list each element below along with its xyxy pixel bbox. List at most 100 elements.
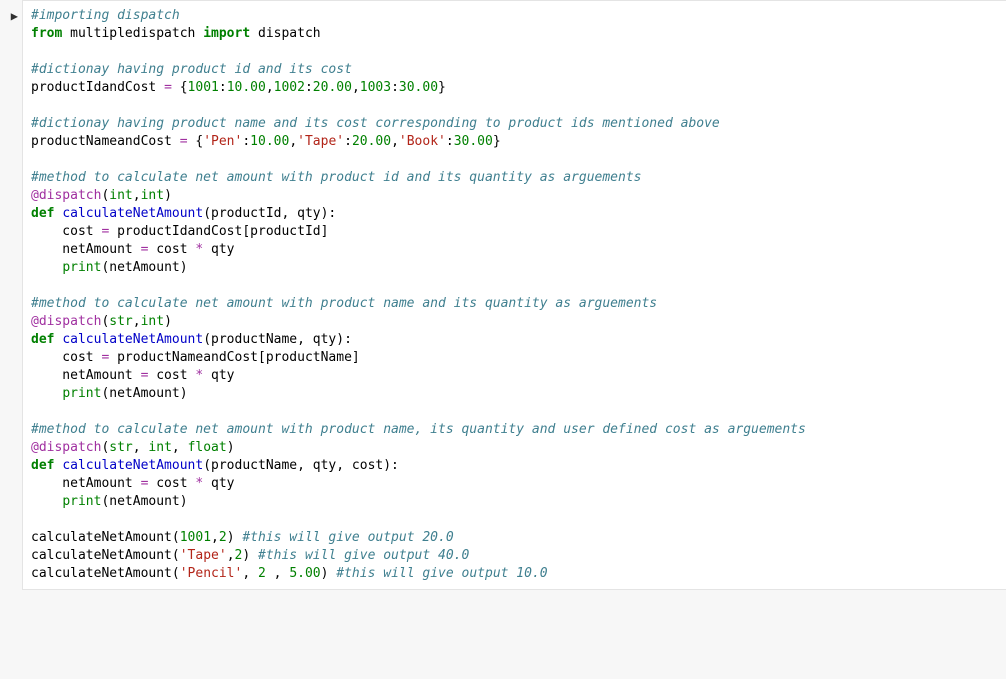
code-line: print(netAmount) [31, 493, 998, 511]
code-token: = [180, 134, 188, 149]
code-line: #method to calculate net amount with pro… [31, 295, 998, 313]
code-token: netAmount [31, 476, 141, 491]
code-token: cost [148, 368, 195, 383]
code-line: #method to calculate net amount with pro… [31, 169, 998, 187]
code-token: #this will give output 20.0 [242, 530, 453, 545]
code-token: #method to calculate net amount with pro… [31, 296, 657, 311]
code-token: #this will give output 40.0 [258, 548, 469, 563]
code-token: ) [227, 440, 235, 455]
code-line: productNameandCost = {'Pen':10.00,'Tape'… [31, 133, 998, 151]
code-token: cost [148, 476, 195, 491]
code-token: print [62, 386, 101, 401]
code-line: from multipledispatch import dispatch [31, 25, 998, 43]
run-cell-prompt[interactable]: ▶ [0, 0, 22, 590]
code-token: @dispatch [31, 314, 101, 329]
code-token: calculateNetAmount [62, 458, 203, 473]
code-token: (productName, qty, cost): [203, 458, 399, 473]
code-token: qty [203, 476, 234, 491]
code-line [31, 43, 998, 61]
code-line: netAmount = cost * qty [31, 475, 998, 493]
code-token: cost [148, 242, 195, 257]
code-line: #importing dispatch [31, 7, 998, 25]
code-token: , [172, 440, 188, 455]
code-line: def calculateNetAmount(productName, qty,… [31, 457, 998, 475]
code-token: , [133, 440, 149, 455]
code-token: (netAmount) [101, 260, 187, 275]
code-token: productNameandCost[productName] [109, 350, 359, 365]
code-line: #dictionay having product name and its c… [31, 115, 998, 133]
code-token [31, 386, 62, 401]
code-line: print(netAmount) [31, 259, 998, 277]
code-token [31, 260, 62, 275]
code-line: calculateNetAmount(1001,2) #this will gi… [31, 529, 998, 547]
code-token: #dictionay having product name and its c… [31, 116, 720, 131]
code-token: , [352, 80, 360, 95]
code-token: def [31, 458, 54, 473]
code-token: : [242, 134, 250, 149]
code-token: print [62, 260, 101, 275]
code-token: 10.00 [250, 134, 289, 149]
code-token: ) [321, 566, 337, 581]
code-line: calculateNetAmount('Tape',2) #this will … [31, 547, 998, 565]
code-token: #importing dispatch [31, 8, 180, 23]
code-token: netAmount [31, 242, 141, 257]
code-token: (productId, qty): [203, 206, 336, 221]
code-token [31, 494, 62, 509]
code-line: def calculateNetAmount(productName, qty)… [31, 331, 998, 349]
code-token: 1002 [274, 80, 305, 95]
code-line: netAmount = cost * qty [31, 241, 998, 259]
code-token: 'Tape' [180, 548, 227, 563]
code-line: def calculateNetAmount(productId, qty): [31, 205, 998, 223]
code-line: netAmount = cost * qty [31, 367, 998, 385]
code-token: 1001 [188, 80, 219, 95]
code-token: ) [164, 188, 172, 203]
code-token: netAmount [31, 368, 141, 383]
code-token: int [141, 314, 164, 329]
code-token: def [31, 206, 54, 221]
code-token: float [188, 440, 227, 455]
code-token: calculateNetAmount( [31, 566, 180, 581]
code-line: print(netAmount) [31, 385, 998, 403]
code-token: 5.00 [289, 566, 320, 581]
code-token: 2 [219, 530, 227, 545]
code-token: , [289, 134, 297, 149]
code-token: productIdandCost[productId] [109, 224, 328, 239]
code-line: calculateNetAmount('Pencil', 2 , 5.00) #… [31, 565, 998, 583]
code-token: , [266, 566, 289, 581]
code-token: , [133, 314, 141, 329]
code-token: calculateNetAmount [62, 206, 203, 221]
code-token: 30.00 [399, 80, 438, 95]
code-token: 1003 [360, 80, 391, 95]
code-token: @dispatch [31, 188, 101, 203]
code-editor[interactable]: #importing dispatch from multipledispatch… [22, 0, 1006, 590]
code-token: { [188, 134, 204, 149]
code-token: : [305, 80, 313, 95]
code-token: #method to calculate net amount with pro… [31, 422, 806, 437]
code-line: productIdandCost = {1001:10.00,1002:20.0… [31, 79, 998, 97]
code-token: 10.00 [227, 80, 266, 95]
code-token: @dispatch [31, 440, 101, 455]
code-token: def [31, 332, 54, 347]
code-token: #method to calculate net amount with pro… [31, 170, 641, 185]
code-token: = [164, 80, 172, 95]
code-token: str [109, 314, 132, 329]
code-token: dispatch [250, 26, 320, 41]
code-token: import [203, 26, 250, 41]
code-token: { [172, 80, 188, 95]
code-token: (productName, qty): [203, 332, 352, 347]
code-line: @dispatch(str,int) [31, 313, 998, 331]
code-token: cost [31, 224, 101, 239]
code-token: cost [31, 350, 101, 365]
code-token: int [148, 440, 171, 455]
code-token: , [133, 188, 141, 203]
code-token: 20.00 [352, 134, 391, 149]
code-token: 30.00 [454, 134, 493, 149]
code-token: int [109, 188, 132, 203]
code-token: 1001 [180, 530, 211, 545]
code-line: #dictionay having product id and its cos… [31, 61, 998, 79]
code-token: productNameandCost [31, 134, 180, 149]
code-token: (netAmount) [101, 494, 187, 509]
code-token: : [391, 80, 399, 95]
code-line [31, 151, 998, 169]
code-token: int [141, 188, 164, 203]
